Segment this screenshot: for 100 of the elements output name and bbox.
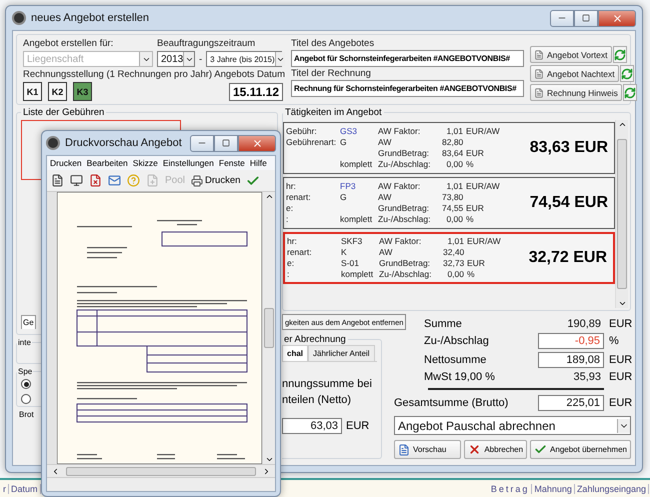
field-value: 0,00 [446,269,465,280]
field-label: e: [286,203,294,214]
field-label: Titel des Angebotes [291,38,376,49]
radio-button[interactable] [21,379,31,389]
maximize-button[interactable] [214,134,238,152]
scroll-thumb[interactable] [264,308,274,348]
menu-item[interactable]: Skizze [132,158,158,168]
print-button[interactable]: Drucken [191,174,240,186]
refresh-icon [624,86,636,98]
document-icon [534,88,544,98]
help-icon[interactable] [127,174,140,187]
scrollbar[interactable] [262,192,275,464]
tab[interactable]: chal [282,345,308,361]
summary-field[interactable]: 189,08 [538,352,604,368]
minimize-button[interactable] [550,10,574,26]
action-button[interactable]: Angebot übernehmen [530,440,631,459]
field-label: Brot [19,410,34,419]
close-button[interactable] [238,134,276,152]
mail-icon[interactable] [108,174,121,187]
action-button[interactable]: Abbrechen [464,440,528,459]
chevron-down-icon [264,455,274,464]
chevron-down-icon [618,299,626,308]
text-button[interactable]: Rechnung Hinweis [530,84,622,101]
minimize-button[interactable] [190,134,214,152]
refresh-button[interactable] [620,65,634,82]
menu-item[interactable]: Bearbeiten [86,158,128,168]
window-title: neues Angebot erstellen [31,12,150,24]
document-icon[interactable] [146,174,159,187]
menu-item[interactable]: Einstellungen [162,158,214,168]
checkmark-icon[interactable] [246,174,260,188]
duration-dropdown[interactable]: 3 Jahre (bis 2015) [206,51,282,67]
activity-card[interactable]: Gebühr: GS3 AW Faktor: 1,01 EUR/AW Gebührenart: G AW 82,80 GrundBetrag: 83,64 EUR komplett Zu-/Abschlag: 0,00 % 83,63 EUR [283,122,615,174]
field-label: e: [287,258,296,269]
year-dropdown[interactable]: 2013 [157,51,195,67]
field-label: Zu-/Abschlag: [379,269,432,280]
offer-title-field[interactable]: Angebot für Schornsteinfegerarbeiten #ANGEBOTVONBIS# [291,50,524,67]
billing-mode-button[interactable]: K1 [23,82,42,101]
summary-field[interactable]: -0,95 [538,333,604,349]
unit-label: % [609,335,620,347]
action-button[interactable]: Vorschau [394,440,462,459]
menu-item[interactable]: Drucken [50,158,82,168]
field-label: renart: [287,247,313,258]
field-value: 0,00 [445,159,464,170]
field-label: Angebot erstellen für: [23,38,114,49]
activity-card[interactable]: hr: SKF3 AW Faktor: 1,01 EUR/AW renart: K AW 32,40 e: S-01 GrundBetrag: 32,73 EUR : komplett Zu-/Abschlag: 0,00 % 32,72 EUR [283,232,615,284]
tab[interactable]: Jährlicher Anteil [308,345,374,361]
field-value: G [340,137,348,148]
unit-label: EUR/AW [466,126,501,137]
field-label: AW [379,247,394,258]
refresh-button[interactable] [612,46,626,63]
chevron-up-icon [264,192,274,201]
checkmark-icon [534,443,548,456]
cross-icon [468,443,482,456]
menu-item[interactable]: Hilfe [250,158,267,168]
activity-card[interactable]: hr: FP3 AW Faktor: 1,01 EUR/AW renart: G AW 73,80 e: GrundBetrag: 74,55 EUR : komplett Zu-/Abschlag: 0,00 % 74,54 EUR [283,177,615,229]
column-header: Mahnung [532,484,575,494]
activity-total: 74,54 EUR [530,194,608,212]
field-label: renart: [286,192,312,203]
field-value: 83,64 [442,148,464,159]
maximize-button[interactable] [574,10,598,26]
menu-item[interactable]: Fenste [218,158,245,168]
scrollbar[interactable] [615,120,628,308]
field-value: komplett [341,269,374,280]
date-field[interactable]: 15.11.12 [228,82,283,100]
horizontal-scrollbar[interactable] [47,464,275,477]
refresh-button[interactable] [622,84,637,101]
unit-label: EUR [609,318,631,330]
unit-label: EUR [467,258,486,269]
billing-mode-button[interactable]: K3 [73,82,92,101]
field-label: AW Faktor: [378,126,422,137]
field-label: Zu-/Abschlag: [378,159,432,170]
window-title: Druckvorschau Angebot [65,137,182,149]
pdf-file-icon[interactable] [89,174,102,187]
scroll-thumb[interactable] [66,466,256,476]
range-separator: - [199,54,202,64]
amount-field[interactable]: 63,03 [282,418,342,434]
field-label: hr: [286,181,297,192]
billing-mode-dropdown[interactable]: Angebot Pauschal abrechnen [394,416,631,435]
unit-label: EUR [609,354,631,366]
scroll-thumb[interactable] [617,139,627,289]
invoice-title-field[interactable]: Rechnung für Schornsteinfegerarbeiten #ANGEBOTVONBIS# [291,80,524,97]
field-value: G [340,192,348,203]
field-value: 74,55 [442,203,464,214]
group-title: Spe [17,367,34,376]
tab[interactable]: Ge [21,315,36,329]
monitor-icon[interactable] [70,174,83,187]
billing-mode-button[interactable]: K2 [48,82,67,101]
summary-label: Gesamtsumme (Brutto) [394,397,510,409]
field-value: 32,73 [443,258,466,269]
field-value: 1,01 [445,126,464,137]
close-button[interactable] [598,10,636,26]
text-button[interactable]: Angebot Nachtext [530,65,619,82]
chevron-right-icon [262,466,271,476]
field-label: AW Faktor: [378,181,422,192]
document-icon [398,444,410,456]
radio-button[interactable] [21,394,31,404]
text-button[interactable]: Angebot Vortext [530,46,612,63]
column-header: Zahlungseingang [574,484,649,494]
summary-field[interactable]: 225,01 [538,395,604,411]
page-icon[interactable] [51,174,64,187]
